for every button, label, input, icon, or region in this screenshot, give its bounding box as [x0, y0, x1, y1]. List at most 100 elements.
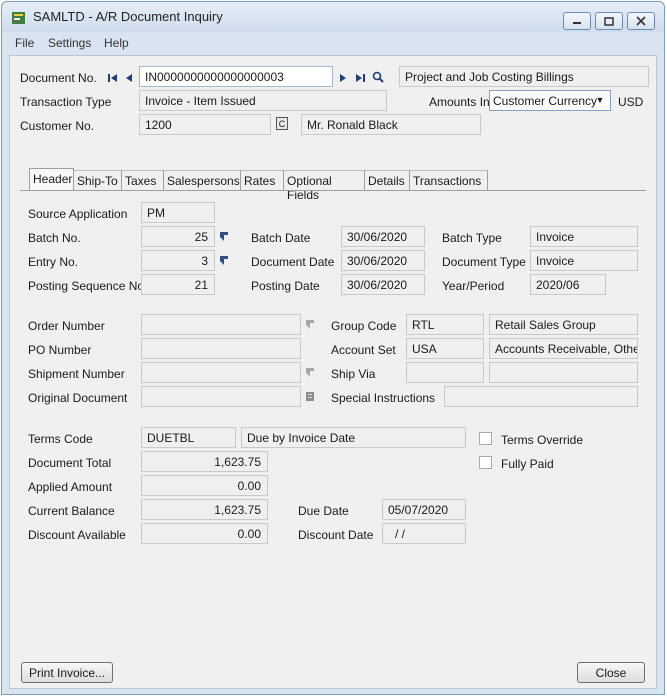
tab-header[interactable]: Header [29, 168, 74, 191]
entry-zoom-icon[interactable] [219, 255, 229, 266]
group-code-label: Group Code [331, 319, 397, 333]
terms-description-field: Due by Invoice Date [241, 427, 466, 448]
due-date-field: 05/07/2020 [382, 499, 466, 520]
original-document-icon [306, 392, 314, 401]
maximize-icon [604, 16, 614, 26]
po-number-label: PO Number [28, 343, 92, 357]
shipment-number-field [141, 362, 301, 383]
tab-rates-label: Rates [244, 174, 276, 188]
tab-taxes-label: Taxes [125, 174, 157, 188]
tab-ship-to-label: Ship-To [77, 174, 118, 188]
menu-settings[interactable]: Settings [48, 36, 91, 50]
source-application-label: Source Application [28, 207, 128, 221]
source-application-field: PM [141, 202, 215, 223]
batch-date-field: 30/06/2020 [341, 226, 425, 247]
terms-override-checkbox[interactable] [479, 432, 492, 445]
discount-date-field: / / [382, 523, 466, 544]
next-record-icon[interactable] [339, 73, 347, 83]
close-button[interactable]: Close [577, 662, 645, 683]
tab-header-label: Header [33, 172, 73, 186]
amounts-in-label: Amounts In [429, 95, 490, 109]
fully-paid-label: Fully Paid [501, 457, 554, 471]
document-no-label: Document No. [20, 71, 97, 85]
year-period-label: Year/Period [442, 279, 505, 293]
finder-icon[interactable] [372, 71, 384, 83]
posting-sequence-field: 21 [141, 274, 215, 295]
discount-date-label: Discount Date [298, 528, 374, 542]
terms-code-label: Terms Code [28, 432, 93, 446]
tab-salespersons[interactable]: Salespersons [164, 170, 241, 191]
entry-no-field: 3 [141, 250, 215, 271]
batch-date-label: Batch Date [251, 231, 311, 245]
discount-available-label: Discount Available [28, 528, 126, 542]
menu-help[interactable]: Help [104, 36, 129, 50]
menu-bar: File Settings Help [2, 33, 664, 53]
first-record-icon[interactable] [107, 73, 119, 83]
tab-optional-fields-label: Optional Fields [287, 174, 332, 202]
special-instructions-label: Special Instructions [331, 391, 436, 405]
account-set-label: Account Set [331, 343, 396, 357]
form-area: Document No. IN0000000000000000003 Proje… [9, 55, 657, 689]
tab-details-label: Details [368, 174, 405, 188]
svg-text:C: C [279, 119, 286, 129]
order-number-label: Order Number [28, 319, 105, 333]
applied-amount-field: 0.00 [141, 475, 268, 496]
transaction-type-label: Transaction Type [20, 95, 112, 109]
document-date-field: 30/06/2020 [341, 250, 425, 271]
app-icon [12, 12, 25, 24]
document-total-field: 1,623.75 [141, 451, 268, 472]
document-type-label: Document Type [442, 255, 526, 269]
amounts-in-select[interactable]: Customer Currency ▼ [489, 90, 611, 111]
account-set-field: USA [406, 338, 484, 359]
shipment-number-label: Shipment Number [28, 367, 125, 381]
terms-override-label: Terms Override [501, 433, 584, 447]
tab-transactions[interactable]: Transactions [410, 170, 488, 191]
ship-via-label: Ship Via [331, 367, 376, 381]
original-document-label: Original Document [28, 391, 128, 405]
menu-file[interactable]: File [15, 36, 34, 50]
last-record-icon[interactable] [354, 73, 366, 83]
tab-taxes[interactable]: Taxes [122, 170, 164, 191]
original-document-field [141, 386, 301, 407]
previous-record-icon[interactable] [125, 73, 133, 83]
tab-transactions-label: Transactions [413, 174, 482, 188]
po-number-field [141, 338, 301, 359]
current-balance-label: Current Balance [28, 504, 115, 518]
ship-via-description [489, 362, 638, 383]
batch-zoom-icon[interactable] [219, 231, 229, 242]
document-type-field: Invoice [530, 250, 638, 271]
document-description-field: Project and Job Costing Billings [399, 66, 649, 87]
maximize-button[interactable] [595, 12, 623, 30]
tab-ship-to[interactable]: Ship-To [74, 170, 122, 191]
window-title: SAMLTD - A/R Document Inquiry [33, 9, 223, 24]
customer-no-label: Customer No. [20, 119, 95, 133]
discount-available-field: 0.00 [141, 523, 268, 544]
document-total-label: Document Total [28, 456, 112, 470]
minimize-button[interactable] [563, 12, 591, 30]
group-code-description: Retail Sales Group [489, 314, 638, 335]
chevron-down-icon: ▼ [595, 95, 605, 105]
posting-date-field: 30/06/2020 [341, 274, 425, 295]
close-window-button[interactable] [627, 12, 655, 30]
due-date-label: Due Date [298, 504, 349, 518]
special-instructions-field [444, 386, 638, 407]
tab-panel-border [20, 190, 646, 191]
document-no-input[interactable]: IN0000000000000000003 [139, 66, 333, 87]
account-set-description: Accounts Receivable, Other [489, 338, 638, 359]
tab-salespersons-label: Salespersons [167, 174, 240, 188]
customer-info-icon[interactable]: C [276, 117, 288, 130]
year-period-field: 2020/06 [530, 274, 606, 295]
batch-no-label: Batch No. [28, 231, 81, 245]
tab-rates[interactable]: Rates [241, 170, 284, 191]
tab-details[interactable]: Details [365, 170, 410, 191]
close-icon [636, 16, 646, 26]
transaction-type-field: Invoice - Item Issued [139, 90, 387, 111]
currency-code: USD [618, 95, 644, 109]
order-number-field [141, 314, 301, 335]
print-invoice-button[interactable]: Print Invoice... [21, 662, 113, 683]
tab-optional-fields[interactable]: Optional Fields [284, 170, 365, 202]
title-bar: SAMLTD - A/R Document Inquiry [2, 2, 664, 32]
fully-paid-checkbox[interactable] [479, 456, 492, 469]
minimize-icon [573, 22, 581, 24]
batch-type-label: Batch Type [442, 231, 502, 245]
